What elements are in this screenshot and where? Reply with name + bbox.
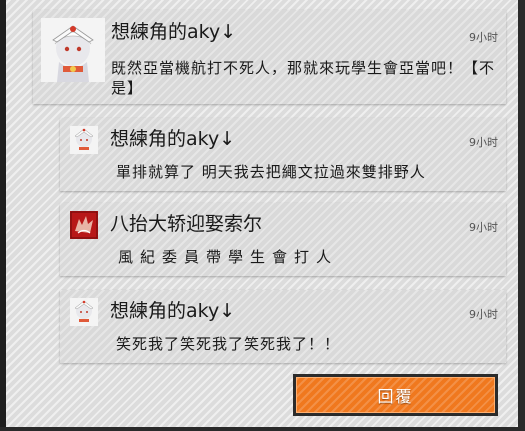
- reply-card: 想練角的aky↓ 9小时 笑死我了笑死我了笑死我了！！: [60, 290, 506, 363]
- anime-avatar-icon[interactable]: [70, 298, 98, 326]
- reply-body-text: 單排就算了 明天我去把繩文拉過來雙排野人: [116, 163, 426, 181]
- anime-avatar-icon[interactable]: [41, 18, 105, 82]
- reply-button[interactable]: 回覆: [293, 374, 498, 416]
- window-left-edge: [0, 0, 6, 431]
- window-right-edge: [518, 0, 525, 431]
- reply-body-text: 笑死我了笑死我了笑死我了！！: [116, 335, 341, 353]
- reply-button-face: 回覆: [296, 377, 495, 413]
- main-post-card: 想練角的aky↓ 9小时 既然亞當機航打不死人，那就來玩學生會亞當吧！【不是】: [33, 10, 506, 104]
- post-timestamp: 9小时: [469, 31, 498, 44]
- window-bottom-edge: [0, 427, 525, 431]
- reply-timestamp: 9小时: [469, 308, 498, 321]
- reply-card: 想練角的aky↓ 9小时 單排就算了 明天我去把繩文拉過來雙排野人: [60, 118, 506, 191]
- post-body-text: 既然亞當機航打不死人，那就來玩學生會亞當吧！【不是】: [111, 59, 496, 97]
- reply-author-name[interactable]: 八抬大轿迎娶索尔: [110, 213, 262, 235]
- reply-author-name[interactable]: 想練角的aky↓: [110, 128, 235, 150]
- reply-button-label: 回覆: [377, 389, 414, 406]
- reply-author-name[interactable]: 想練角的aky↓: [110, 300, 235, 322]
- red-emblem-avatar-icon[interactable]: [70, 211, 98, 239]
- reply-timestamp: 9小时: [469, 221, 498, 234]
- anime-avatar-icon[interactable]: [70, 126, 98, 154]
- reply-body-text: 風紀委員帶學生會打人: [118, 248, 339, 266]
- reply-card: 八抬大轿迎娶索尔 9小时 風紀委員帶學生會打人: [60, 203, 506, 276]
- post-author-name[interactable]: 想練角的aky↓: [111, 21, 236, 43]
- reply-timestamp: 9小时: [469, 136, 498, 149]
